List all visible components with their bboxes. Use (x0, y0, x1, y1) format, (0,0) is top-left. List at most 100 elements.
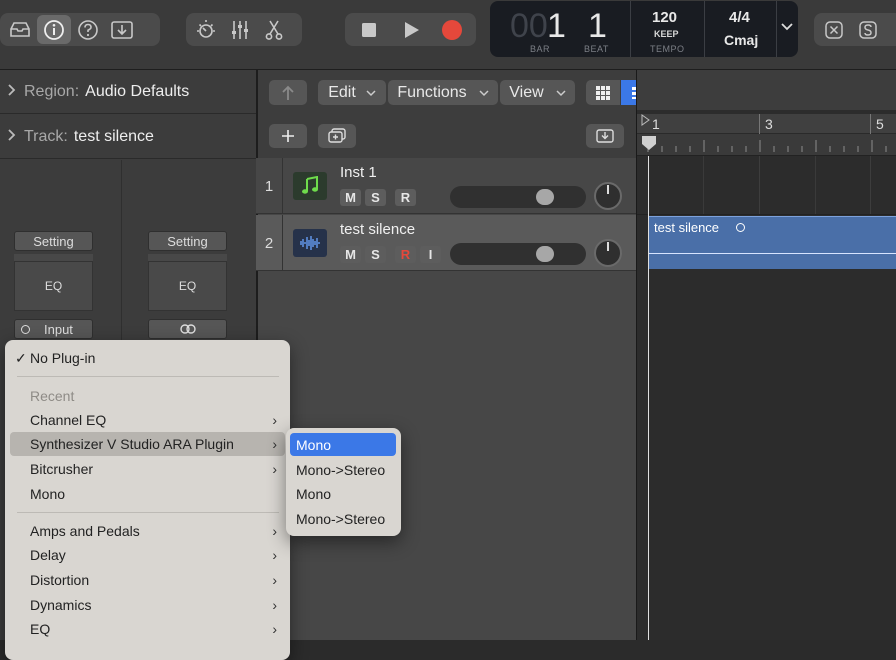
ruler[interactable]: 1 3 5 (637, 114, 896, 156)
grid-line (815, 156, 816, 214)
tempo-mode[interactable]: KEEP (654, 29, 679, 39)
submenu-item-mono[interactable]: Mono (290, 482, 396, 505)
track-row[interactable]: 1 Inst 1 M S R (256, 158, 636, 214)
close-x-box-icon[interactable] (817, 15, 851, 44)
setting-button[interactable]: Setting (14, 231, 93, 251)
record-enable-button[interactable]: R (395, 246, 416, 263)
import-button[interactable] (586, 124, 624, 148)
library-icon[interactable] (3, 15, 37, 44)
stop-icon[interactable] (348, 15, 390, 44)
transport-group (345, 13, 476, 46)
input-monitor-button[interactable]: I (420, 246, 441, 263)
mute-button[interactable]: M (340, 189, 361, 206)
edit-menu-button[interactable]: Edit (318, 80, 386, 105)
menu-section-recent: Recent (30, 388, 75, 404)
menu-item-eq[interactable]: EQ › (10, 617, 285, 641)
duplicate-track-button[interactable] (318, 124, 356, 148)
menu-item-no-plugin[interactable]: ✓ No Plug-in (10, 346, 285, 370)
menu-item-bitcrusher[interactable]: Bitcrusher › (10, 457, 285, 481)
menu-item-distortion[interactable]: Distortion › (10, 568, 285, 592)
bar-line (759, 114, 760, 134)
menu-item-dynamics[interactable]: Dynamics › (10, 593, 285, 617)
silent-waveform-line (649, 253, 896, 254)
region-section-header[interactable]: Region: Audio Defaults (0, 70, 256, 114)
sample-editor-icon[interactable] (851, 15, 885, 44)
eq-display[interactable]: EQ (14, 261, 93, 311)
mono-circle-icon (21, 324, 30, 334)
download-box-icon[interactable] (105, 15, 139, 44)
solo-button[interactable]: S (365, 189, 386, 206)
submenu-item-mono[interactable]: Mono (290, 433, 396, 456)
play-icon[interactable] (390, 15, 432, 44)
smart-controls-icon[interactable] (189, 15, 223, 44)
tracks-area[interactable]: 1 3 5 test silence (636, 70, 896, 640)
setting-button[interactable]: Setting (148, 231, 227, 251)
menu-item-label: Mono (30, 486, 66, 502)
track-name[interactable]: test silence (340, 221, 415, 238)
view-buttons-group (0, 13, 160, 46)
audio-region[interactable]: test silence (649, 216, 896, 269)
region-key: Region: (24, 82, 80, 100)
channel-strip-2: Setting EQ (122, 160, 244, 370)
tempo-value[interactable]: 120 (652, 9, 677, 26)
add-track-button[interactable] (269, 124, 307, 148)
record-icon[interactable] (431, 15, 473, 44)
menu-separator (17, 376, 279, 377)
solo-button[interactable]: S (365, 246, 386, 263)
plugin-menu: ✓ No Plug-in Recent Channel EQ › Synthes… (5, 340, 290, 660)
mixer-icon[interactable] (223, 15, 257, 44)
eq-display[interactable]: EQ (148, 261, 227, 311)
stereo-link-button[interactable] (148, 319, 227, 339)
playhead-marker-icon[interactable] (641, 114, 657, 150)
volume-slider-thumb[interactable] (536, 189, 554, 205)
control-bar: 00 1 1 BAR BEAT 120 KEEP TEMPO 4/4 Cmaj (0, 0, 896, 70)
track-row-selected[interactable]: 2 test silence M S R I (256, 215, 636, 271)
ruler-ticks (647, 140, 887, 152)
record-enable-button[interactable]: R (395, 189, 416, 206)
view-menu-label: View (509, 83, 544, 101)
track-section-header[interactable]: Track: test silence (0, 115, 256, 159)
pan-knob[interactable] (594, 182, 622, 210)
volume-slider-thumb[interactable] (536, 246, 554, 262)
menu-item-channel-eq[interactable]: Channel EQ › (10, 408, 285, 432)
lcd-menu-chevron-icon[interactable] (780, 19, 794, 38)
chevron-right-icon: › (272, 597, 277, 613)
edit-menu-label: Edit (328, 83, 356, 101)
track-name[interactable]: Inst 1 (340, 164, 377, 181)
menu-item-label: Distortion (30, 572, 90, 588)
key-signature[interactable]: Cmaj (724, 32, 758, 48)
submenu-item-mono-stereo[interactable]: Mono->Stereo (290, 458, 396, 481)
input-label: Input (44, 321, 73, 337)
chevron-right-icon[interactable] (0, 128, 24, 145)
grid-line (759, 156, 760, 214)
up-arrow-button[interactable] (269, 80, 307, 105)
tools-group (186, 13, 302, 46)
volume-slider[interactable] (450, 243, 586, 265)
bar-value: 1 (547, 7, 566, 45)
submenu-item-mono-stereo[interactable]: Mono->Stereo (290, 507, 396, 530)
menu-item-delay[interactable]: Delay › (10, 543, 285, 567)
functions-menu-button[interactable]: Functions (388, 80, 498, 105)
bar-line (870, 114, 871, 134)
help-icon[interactable] (71, 15, 105, 44)
pan-knob[interactable] (594, 239, 622, 267)
playhead-line (648, 156, 649, 640)
track-number: 1 (264, 178, 274, 195)
track-color-divider (282, 158, 283, 214)
chevron-right-icon: › (272, 547, 277, 563)
scissors-icon[interactable] (257, 15, 291, 44)
track-number: 2 (264, 235, 274, 252)
lcd-display[interactable]: 00 1 1 BAR BEAT 120 KEEP TEMPO 4/4 Cmaj (490, 1, 798, 57)
menu-item-synthesizer-v[interactable]: Synthesizer V Studio ARA Plugin › (10, 432, 285, 456)
mute-button[interactable]: M (340, 246, 361, 263)
menu-item-mono[interactable]: Mono (10, 482, 285, 506)
volume-slider[interactable] (450, 186, 586, 208)
time-signature[interactable]: 4/4 (729, 9, 750, 26)
duplicate-icon (328, 128, 346, 143)
menu-item-amps-and-pedals[interactable]: Amps and Pedals › (10, 519, 285, 543)
inspector-icon[interactable] (37, 15, 71, 44)
grid-view-button[interactable] (586, 80, 620, 105)
input-button[interactable]: Input (14, 319, 93, 339)
chevron-right-icon[interactable] (0, 83, 24, 100)
view-menu-button[interactable]: View (500, 80, 575, 105)
